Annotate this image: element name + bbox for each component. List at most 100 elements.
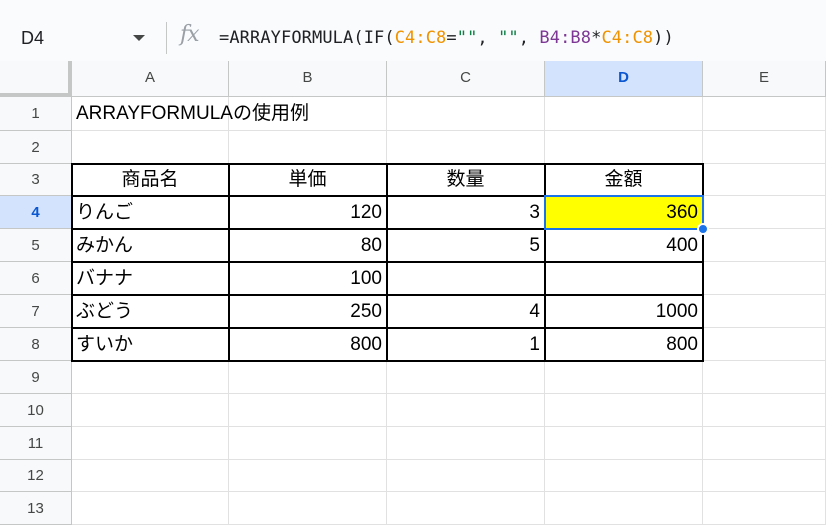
chevron-down-icon[interactable] [133,35,145,41]
table-header-cell[interactable]: 数量 [387,164,545,196]
cell-e7[interactable] [703,295,826,328]
table-border-v [386,163,388,362]
row-header-1[interactable]: 1 [0,97,72,131]
quantity-cell[interactable]: 1 [387,328,545,361]
table-border-v [228,163,230,362]
product-name-cell[interactable]: ぶどう [72,295,229,328]
column-header-d[interactable]: D [545,61,703,97]
row-header-4[interactable]: 4 [0,196,72,229]
cell-e13[interactable] [703,492,826,525]
formula-token: "" [498,28,519,48]
cell-b11[interactable] [229,427,387,460]
cell-e10[interactable] [703,394,826,427]
amount-cell[interactable]: 360 [545,196,703,229]
cell-a13[interactable] [72,492,229,525]
quantity-cell[interactable]: 4 [387,295,545,328]
amount-cell[interactable]: 800 [545,328,703,361]
cell-d11[interactable] [545,427,703,460]
row-header-8[interactable]: 8 [0,328,72,361]
row-header-13[interactable]: 13 [0,492,72,525]
cell-e9[interactable] [703,361,826,394]
cell-e8[interactable] [703,328,826,361]
cell-c1[interactable] [387,97,545,131]
column-header-c[interactable]: C [387,61,545,97]
cell-c9[interactable] [387,361,545,394]
unit-price-cell[interactable]: 120 [229,196,387,229]
select-all-corner[interactable] [0,61,72,97]
cell-b13[interactable] [229,492,387,525]
row-header-9[interactable]: 9 [0,361,72,394]
table-border-v [71,163,73,362]
row-header-3[interactable]: 3 [0,164,72,196]
cell-b10[interactable] [229,394,387,427]
sheet-title[interactable]: ARRAYFORMULAの使用例 [72,97,309,131]
table-border-h [72,327,704,329]
cell-a9[interactable] [72,361,229,394]
row-header-10[interactable]: 10 [0,394,72,427]
table-border-h [72,195,704,197]
cell-d1[interactable] [545,97,703,131]
cell-a10[interactable] [72,394,229,427]
amount-cell[interactable]: 400 [545,229,703,262]
cell-e5[interactable] [703,229,826,262]
table-header-cell[interactable]: 金額 [545,164,703,196]
row-header-11[interactable]: 11 [0,427,72,460]
cell-e4[interactable] [703,196,826,229]
amount-cell[interactable] [545,262,703,295]
product-name-cell[interactable]: すいか [72,328,229,361]
unit-price-cell[interactable]: 100 [229,262,387,295]
formula-token: =ARRAYFORMULA(IF( [219,28,395,48]
amount-cell[interactable]: 1000 [545,295,703,328]
spreadsheet-grid[interactable]: A B C D E 1 2 3 4 5 6 7 8 9 10 11 12 13 ARRAYFORMULAの使用例 商品… [0,61,826,531]
cell-d12[interactable] [545,460,703,492]
column-header-b[interactable]: B [229,61,387,97]
table-header-cell[interactable]: 商品名 [72,164,229,196]
quantity-cell[interactable]: 5 [387,229,545,262]
cell-c12[interactable] [387,460,545,492]
cell-d2[interactable] [545,131,703,164]
formula-input[interactable]: =ARRAYFORMULA(IF(C4:C8="", "", B4:B8*C4:… [219,28,674,48]
name-box-value: D4 [21,28,45,48]
row-header-2[interactable]: 2 [0,131,72,164]
cell-e1[interactable] [703,97,826,131]
formula-bar-divider [166,22,167,54]
quantity-cell[interactable] [387,262,545,295]
unit-price-cell[interactable]: 80 [229,229,387,262]
row-header-6[interactable]: 6 [0,262,72,295]
cell-d10[interactable] [545,394,703,427]
cell-b12[interactable] [229,460,387,492]
fill-handle[interactable] [697,223,709,235]
cell-d9[interactable] [545,361,703,394]
table-border-h [72,163,704,165]
quantity-cell[interactable]: 3 [387,196,545,229]
unit-price-cell[interactable]: 800 [229,328,387,361]
name-box[interactable]: D4 [0,18,160,58]
cell-e2[interactable] [703,131,826,164]
cell-e12[interactable] [703,460,826,492]
column-header-e[interactable]: E [703,61,826,97]
cell-e6[interactable] [703,262,826,295]
product-name-cell[interactable]: りんご [72,196,229,229]
cell-c11[interactable] [387,427,545,460]
formula-token: , [518,28,540,48]
cell-a11[interactable] [72,427,229,460]
product-name-cell[interactable]: バナナ [72,262,229,295]
cell-c13[interactable] [387,492,545,525]
unit-price-cell[interactable]: 250 [229,295,387,328]
cell-d13[interactable] [545,492,703,525]
product-name-cell[interactable]: みかん [72,229,229,262]
row-header-5[interactable]: 5 [0,229,72,262]
cell-b2[interactable] [229,131,387,164]
cell-c10[interactable] [387,394,545,427]
formula-token: "" [456,28,478,48]
cell-a12[interactable] [72,460,229,492]
row-header-7[interactable]: 7 [0,295,72,328]
row-header-12[interactable]: 12 [0,460,72,492]
cell-e11[interactable] [703,427,826,460]
table-header-cell[interactable]: 単価 [229,164,387,196]
cell-e3[interactable] [703,164,826,196]
cell-b9[interactable] [229,361,387,394]
column-header-a[interactable]: A [72,61,229,97]
cell-a2[interactable] [72,131,229,164]
cell-c2[interactable] [387,131,545,164]
